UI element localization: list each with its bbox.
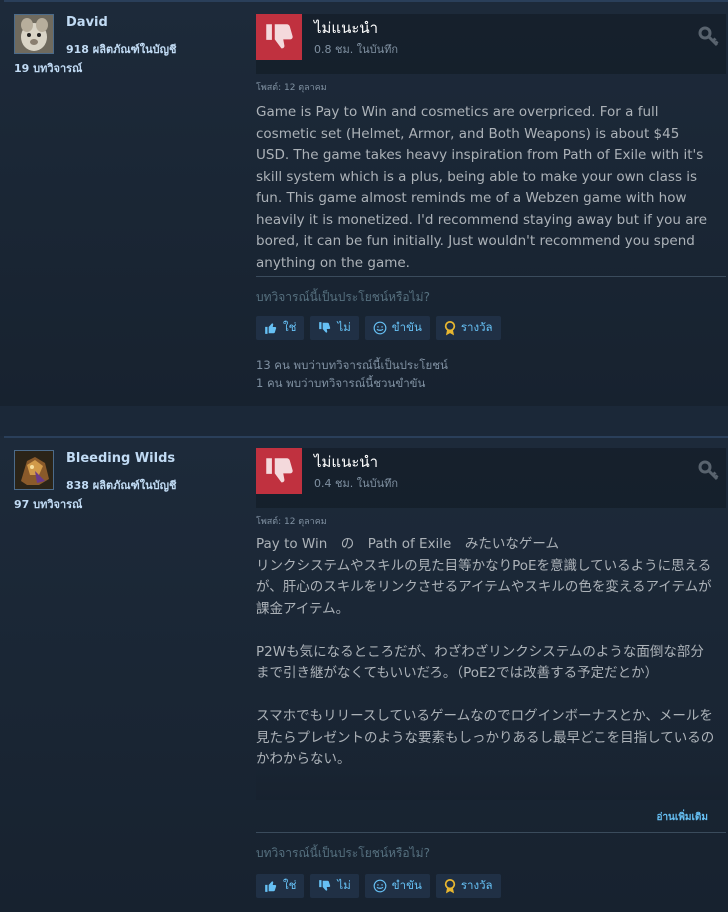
key-icon — [698, 460, 720, 482]
award-button[interactable]: รางวัล — [435, 874, 501, 898]
vote-yes-label: ใช่ — [283, 320, 297, 334]
posted-date: โพสต์: 12 ตุลาคม — [256, 83, 327, 93]
author-name[interactable]: Bleeding Wilds — [66, 451, 175, 466]
helpful-count: 13 คน พบว่าบทวิจารณ์นี้เป็นประโยชน์ — [256, 358, 448, 372]
divider — [256, 832, 726, 833]
helpful-question: บทวิจารณ์นี้เป็นประโยชน์หรือไม่? — [256, 846, 430, 860]
avatar[interactable] — [14, 14, 54, 54]
smiley-icon — [373, 321, 387, 335]
smiley-icon — [373, 879, 387, 893]
vote-buttons: ใช่ ไม่ ขำขัน รางวัล — [256, 874, 501, 898]
helpful-question: บทวิจารณ์นี้เป็นประโยชน์หรือไม่? — [256, 290, 430, 304]
award-label: รางวัล — [460, 320, 493, 334]
hours-played: 0.4 ชม. ในบันทึก — [314, 477, 399, 490]
card-top-border — [4, 0, 728, 2]
author-name[interactable]: David — [66, 15, 108, 30]
avatar[interactable] — [14, 450, 54, 490]
thumbs-down-icon — [319, 880, 331, 891]
award-icon — [444, 878, 456, 893]
read-more-fade — [256, 766, 726, 800]
vote-no-button[interactable]: ไม่ — [310, 874, 359, 898]
posted-date: โพสต์: 12 ตุลาคม — [256, 517, 327, 527]
author-products-count[interactable]: 838 ผลิตภัณฑ์ในบัญชี — [66, 476, 176, 494]
vote-funny-label: ขำขัน — [391, 878, 422, 892]
review-body: Game is Pay to Win and cosmetics are ove… — [256, 104, 712, 271]
review-stats: 13 คน พบว่าบทวิจารณ์นี้เป็นประโยชน์ 1 คน… — [256, 356, 448, 392]
vote-funny-button[interactable]: ขำขัน — [364, 874, 430, 898]
funny-count: 1 คน พบว่าบทวิจารณ์นี้ชวนขำขัน — [256, 376, 426, 390]
thumbs-down-icon — [256, 448, 302, 494]
vote-no-label: ไม่ — [337, 320, 351, 334]
vote-funny-button[interactable]: ขำขัน — [364, 316, 430, 340]
review-verdict[interactable]: ไม่แนะนำ — [314, 16, 378, 40]
review-header[interactable]: ไม่แนะนำ 0.8 ชม. ในบันทึก — [256, 14, 726, 74]
review-body: Pay to Win の Path of Exile みたいなゲーム リンクシス… — [256, 536, 715, 767]
review-card: Bleeding Wilds 838 ผลิตภัณฑ์ในบัญชี 97 บ… — [0, 436, 728, 912]
review-content: ไม่แนะนำ 0.4 ชม. ในบันทึก โพสต์: 12 ตุลา… — [256, 448, 726, 912]
vote-no-button[interactable]: ไม่ — [310, 316, 359, 340]
author-review-count[interactable]: 19 บทวิจารณ์ — [14, 59, 82, 77]
review-verdict[interactable]: ไม่แนะนำ — [314, 450, 378, 474]
thumbs-up-icon — [265, 881, 277, 892]
card-top-border — [4, 436, 728, 438]
read-more-link[interactable]: อ่านเพิ่มเติม — [656, 810, 708, 825]
vote-yes-button[interactable]: ใช่ — [256, 316, 305, 340]
vote-yes-button[interactable]: ใช่ — [256, 874, 305, 898]
author-products-count[interactable]: 918 ผลิตภัณฑ์ในบัญชี — [66, 40, 176, 58]
key-icon — [698, 26, 720, 48]
review-card: David 918 ผลิตภัณฑ์ในบัญชี 19 บทวิจารณ์ … — [0, 0, 728, 406]
award-label: รางวัล — [460, 878, 493, 892]
review-header[interactable]: ไม่แนะนำ 0.4 ชม. ในบันทึก — [256, 448, 726, 508]
thumbs-down-icon — [256, 14, 302, 60]
vote-yes-label: ใช่ — [283, 878, 297, 892]
review-content: ไม่แนะนำ 0.8 ชม. ในบันทึก โพสต์: 12 ตุลา… — [256, 14, 726, 406]
vote-buttons: ใช่ ไม่ ขำขัน รางวัล — [256, 316, 501, 340]
award-button[interactable]: รางวัล — [435, 316, 501, 340]
award-icon — [444, 320, 456, 335]
author-review-count[interactable]: 97 บทวิจารณ์ — [14, 495, 82, 513]
divider — [256, 276, 726, 277]
thumbs-down-icon — [319, 322, 331, 333]
vote-funny-label: ขำขัน — [391, 320, 422, 334]
hours-played: 0.8 ชม. ในบันทึก — [314, 43, 399, 56]
thumbs-up-icon — [265, 323, 277, 334]
vote-no-label: ไม่ — [337, 878, 351, 892]
